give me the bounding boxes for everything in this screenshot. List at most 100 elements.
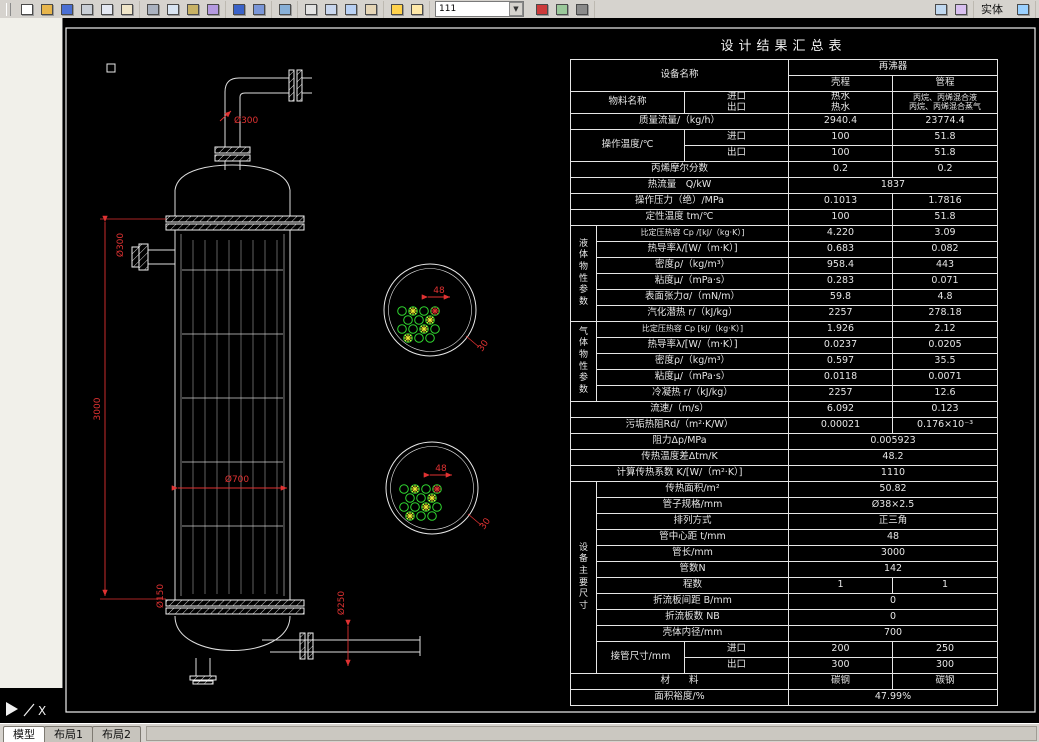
layers-icon[interactable]	[387, 1, 406, 18]
table-cell: 0.123	[891, 401, 999, 419]
spelling-icon[interactable]	[117, 1, 136, 18]
table-row: 管数N 142	[571, 561, 999, 579]
table-cell: 折流板间距 B/mm	[596, 593, 789, 611]
table-row: 折流板间距 B/mm 0	[571, 593, 999, 611]
linetype-icon[interactable]	[552, 1, 571, 18]
undo-icon[interactable]	[229, 1, 248, 18]
dim-pitch-angle: 30	[478, 516, 493, 531]
summary-table: 设计结果汇总表 设备名称 再沸器 壳程 管程 物料名称 进口 出口 热水 热水 丙烷、丙烯混合…	[570, 38, 999, 707]
copy-icon[interactable]	[163, 1, 182, 18]
table-row: 表面张力σ/（mN/m） 59.8 4.8	[571, 289, 999, 307]
dim-tube-pitch: 48	[433, 286, 445, 296]
viewport-marker	[106, 63, 116, 73]
layer-previous-icon[interactable]	[407, 1, 426, 18]
table-cell: 6.092	[788, 401, 893, 419]
cut-icon[interactable]	[143, 1, 162, 18]
paste-icon[interactable]	[183, 1, 202, 18]
zoom-previous-icon[interactable]	[361, 1, 380, 18]
match-properties-icon[interactable]	[203, 1, 222, 18]
save-icon[interactable]	[57, 1, 76, 18]
table-row: 气 体 物 性 参 数比定压热容 Cp [kJ/（kg·K）] 1.926 2.12	[570, 321, 999, 403]
chevron-down-icon[interactable]: ▼	[509, 2, 523, 16]
layout-tab-bar: 模型 布局1 布局2	[0, 723, 1039, 742]
color-control-icon[interactable]	[532, 1, 551, 18]
new-file-icon[interactable]	[17, 1, 36, 18]
table-cell: 0	[787, 593, 999, 611]
drawing-canvas[interactable]: Ø300 Ø300 3000 Ø700 Ø150 Ø250 48 30 48 3…	[0, 18, 1039, 724]
table-cell: 278.18	[891, 305, 999, 323]
table-row: 传热温度差Δtm/K 48.2	[570, 449, 999, 467]
table-cell: 碳钢	[788, 673, 893, 691]
print-icon[interactable]	[77, 1, 96, 18]
print-preview-icon[interactable]	[97, 1, 116, 18]
open-file-icon[interactable]	[37, 1, 56, 18]
table-cell: 流速/（m/s）	[570, 401, 789, 419]
table-cell: 48.2	[787, 449, 999, 467]
table-row: 热导率λ/[W/（m·K）] 0.683 0.082	[571, 241, 999, 259]
zoom-window-icon[interactable]	[341, 1, 360, 18]
table-cell: 传热面积/m²	[596, 481, 789, 499]
table-cell: 操作压力（绝）/MPa	[570, 193, 789, 211]
table-cell: 300	[788, 657, 893, 675]
pan-icon[interactable]	[301, 1, 320, 18]
table-cell: 3.09	[891, 225, 999, 243]
toolbar-icons: 111 ▼ 实体	[14, 0, 1036, 18]
table-cell: 2257	[788, 305, 893, 323]
table-row: 设 备 主 要 尺 寸传热面积/m² 50.82	[570, 481, 999, 675]
text-style-icon[interactable]	[931, 1, 950, 18]
table-row: 热流量 Q/kW 1837	[570, 177, 999, 195]
table-cell: 100	[788, 209, 893, 227]
table-row: 流速/（m/s） 6.092 0.123	[570, 401, 999, 419]
zoom-realtime-icon[interactable]	[321, 1, 340, 18]
table-row: 计算传热系数 K/[W/（m²·K）] 1110	[570, 465, 999, 483]
layer-combo-value: 111	[439, 4, 457, 14]
table-row: 阻力Δp/MPa 0.005923	[570, 433, 999, 451]
ucs-icon: X	[6, 702, 46, 718]
tab-model[interactable]: 模型	[3, 726, 45, 742]
table-cell: 1.7816	[891, 193, 999, 211]
table-cell: 丙烯摩尔分数	[570, 161, 789, 179]
dim-bottom-nozzle: Ø250	[336, 591, 347, 616]
layer-combo[interactable]: 111 ▼	[435, 1, 524, 17]
table-cell: 700	[787, 625, 999, 643]
tab-layout2[interactable]: 布局2	[92, 726, 141, 742]
tab-layout1[interactable]: 布局1	[44, 726, 93, 742]
table-cell: 1	[891, 577, 999, 595]
table-row: 面积裕度/% 47.99%	[570, 689, 999, 707]
table-cell: 50.82	[787, 481, 999, 499]
table-cell: 计算传热系数 K/[W/（m²·K）]	[570, 465, 789, 483]
properties-icon[interactable]	[1013, 1, 1032, 18]
insert-hyperlink-icon[interactable]	[275, 1, 294, 18]
table-cell: 折流板数 NB	[596, 609, 789, 627]
table-row: 管子规格/mm Ø38×2.5	[571, 497, 999, 515]
table-row: 冷凝热 r/（kJ/kg） 2257 12.6	[571, 385, 999, 403]
table-row: 液 体 物 性 参 数比定压热容 Cp /[kJ/（kg·K）] 4.220 3.0…	[570, 225, 999, 323]
table-cell: 程数	[596, 577, 789, 595]
table-cell: 51.8	[891, 209, 999, 227]
toolbar: 111 ▼ 实体	[0, 0, 1039, 19]
table-cell: 热流量 Q/kW	[570, 177, 789, 195]
redo-icon[interactable]	[249, 1, 268, 18]
table-cell: 23774.4	[891, 113, 999, 131]
table-cell: 12.6	[891, 385, 999, 403]
table-row: 管长/mm 3000	[571, 545, 999, 563]
tube-layout-detail-2: 48 30	[385, 441, 493, 535]
table-cell: 面积裕度/%	[570, 689, 789, 707]
toolbar-grip[interactable]	[6, 2, 11, 16]
table-cell: 1	[788, 577, 893, 595]
table-row: 质量流量/（kg/h） 2940.4 23774.4	[570, 113, 999, 131]
table-cell: 壳体内径/mm	[596, 625, 789, 643]
dimension-style-icon[interactable]	[951, 1, 970, 18]
table-row: 程数 1 1	[571, 577, 999, 595]
table-cell: 250	[891, 641, 999, 659]
table-cell: 阻力Δp/MPa	[570, 433, 789, 451]
horizontal-scrollbar[interactable]	[146, 726, 1037, 741]
table-cell: 1.926	[788, 321, 893, 339]
dim-drain-nozzle: Ø150	[155, 584, 166, 609]
table-cell: 0.2	[891, 161, 999, 179]
table-cell: 比定压热容 Cp /[kJ/（kg·K）]	[596, 225, 789, 243]
table-cell: 进口	[684, 129, 789, 147]
table-cell: 操作温度/℃	[570, 129, 685, 163]
lineweight-icon[interactable]	[572, 1, 591, 18]
table-cell: 粘度μ/（mPa·s）	[596, 273, 789, 291]
